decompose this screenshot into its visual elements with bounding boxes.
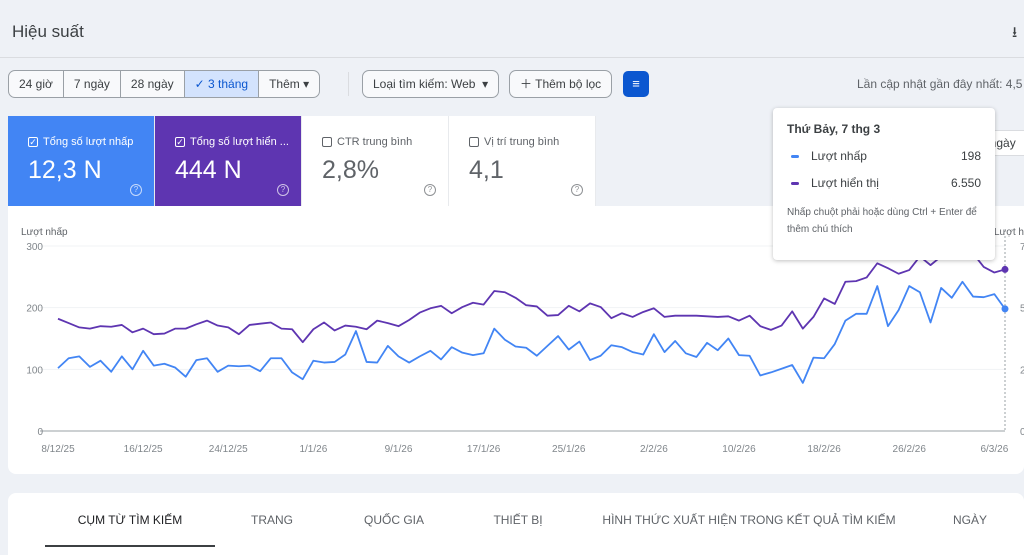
checkbox-checked-icon[interactable]: ✓ [175,137,185,147]
tooltip-label: Lượt hiển thị [811,176,879,190]
add-filter-label: Thêm bộ lọc [535,77,602,91]
tab-devices[interactable]: THIẾT BỊ [493,513,542,527]
metric-card-clicks[interactable]: ✓ Tổng số lượt nhấp 12,3 N ? [8,116,155,206]
x-tick-label: 18/2/26 [807,444,841,455]
x-tick-label: 24/12/25 [209,444,248,455]
tooltip-label: Lượt nhấp [811,149,867,163]
metric-card-position[interactable]: Vị trí trung bình 4,1 ? [449,116,596,206]
metric-label: Tổng số lượt hiển ... [190,136,289,148]
metric-value: 4,1 [469,156,504,184]
help-icon[interactable]: ? [424,184,436,196]
x-tick-label: 25/1/26 [552,444,586,455]
right-axis-title: Lượt hiển thị [994,226,1024,238]
last-updated: Lần cập nhật gần đây nhất: 4,5 [857,77,1023,91]
help-icon[interactable]: ? [571,184,583,196]
y-tick-label-right: 7.500 [1020,242,1024,253]
tab-queries[interactable]: CỤM TỪ TÌM KIẾM [78,513,182,527]
y-tick-label-left: 0 [37,427,43,438]
x-tick-label: 9/1/26 [385,444,413,455]
y-tick-label-left: 200 [26,304,43,315]
tooltip-value: 6.550 [950,176,981,190]
search-type-label: Loại tìm kiếm: Web [373,77,476,91]
tab-countries[interactable]: QUỐC GIA [364,513,424,527]
data-point-highlight [1001,305,1009,313]
metric-label: Tổng số lượt nhấp [43,136,134,148]
x-tick-label: 1/1/26 [299,444,327,455]
tooltip-row-clicks: Lượt nhấp 198 [787,149,981,163]
active-tab-indicator [45,545,215,547]
plus-icon: ＋ [520,77,536,91]
x-tick-label: 6/3/26 [980,444,1008,455]
check-icon: ✓ [194,77,209,91]
left-axis-title: Lượt nhấp [21,226,68,238]
help-icon[interactable]: ? [277,184,289,196]
x-tick-label: 2/2/26 [640,444,668,455]
tab-dates[interactable]: NGÀY [953,513,987,527]
metric-card-ctr[interactable]: CTR trung bình 2,8% ? [302,116,449,206]
search-type-dropdown[interactable]: Loại tìm kiếm: Web ▾ [362,70,500,98]
series-line [57,248,1006,344]
y-tick-label-right: 5.000 [1020,304,1024,315]
chart-tooltip: Thứ Bảy, 7 thg 3 Lượt nhấp 198 Lượt hiển … [773,108,995,260]
legend-dash-icon [791,181,799,185]
divider [348,72,349,96]
x-tick-label: 8/12/25 [41,444,75,455]
tab-search-appearance[interactable]: HÌNH THỨC XUẤT HIỆN TRONG KẾT QUẢ TÌM KI… [602,513,895,527]
add-filter-button[interactable]: ＋ Thêm bộ lọc [509,70,613,98]
caret-down-icon: ▾ [303,77,310,91]
y-tick-label-right: 0 [1020,427,1024,438]
help-icon[interactable]: ? [130,184,142,196]
range-3m[interactable]: ✓ 3 tháng [184,71,260,97]
tooltip-note: Nhấp chuột phải hoặc dùng Ctrl + Enter đ… [787,207,977,235]
date-range-selector: 24 giờ 7 ngày 28 ngày ✓ 3 tháng Thêm ▾ [8,70,321,98]
tooltip-date: Thứ Bảy, 7 thg 3 [787,122,881,136]
y-tick-label-left: 100 [26,365,43,376]
divider [0,57,1024,58]
range-28d[interactable]: 28 ngày [121,71,185,97]
series-line [57,280,1006,384]
metric-value: 12,3 N [28,156,102,184]
metric-value: 2,8% [322,156,379,184]
metric-value: 444 N [175,156,242,184]
caret-down-icon: ▾ [482,77,489,91]
x-tick-label: 16/12/25 [124,444,163,455]
checkbox-icon[interactable] [322,137,332,147]
checkbox-icon[interactable] [469,137,479,147]
metric-label: Vị trí trung bình [484,136,560,148]
data-point-highlight [1001,265,1009,273]
range-label: 3 tháng [208,77,249,91]
range-7d[interactable]: 7 ngày [64,71,121,97]
range-24h[interactable]: 24 giờ [9,71,64,97]
more-label: Thêm [269,77,300,91]
more-ranges-button[interactable]: Thêm ▾ [259,71,319,97]
tab-pages[interactable]: TRANG [251,513,293,527]
page-title: Hiệu suất [12,22,84,41]
y-tick-label-right: 2.500 [1020,365,1024,376]
filter-settings-icon[interactable]: ≡ [623,71,649,97]
tooltip-value: 198 [960,149,981,163]
x-tick-label: 26/2/26 [893,444,927,455]
x-tick-label: 10/2/26 [722,444,756,455]
y-tick-label-left: 300 [26,242,43,253]
metric-card-impressions[interactable]: ✓ Tổng số lượt hiển ... 444 N ? [155,116,302,206]
dimension-tabs: CỤM TỪ TÌM KIẾM TRANG QUỐC GIA THIẾT BỊ … [8,493,1024,555]
x-tick-label: 17/1/26 [467,444,501,455]
legend-dash-icon [791,154,799,158]
checkbox-checked-icon[interactable]: ✓ [28,137,38,147]
download-icon[interactable]: ⭳ [1012,22,1017,47]
metric-label: CTR trung bình [337,136,413,148]
tooltip-row-impressions: Lượt hiển thị 6.550 [787,176,981,190]
